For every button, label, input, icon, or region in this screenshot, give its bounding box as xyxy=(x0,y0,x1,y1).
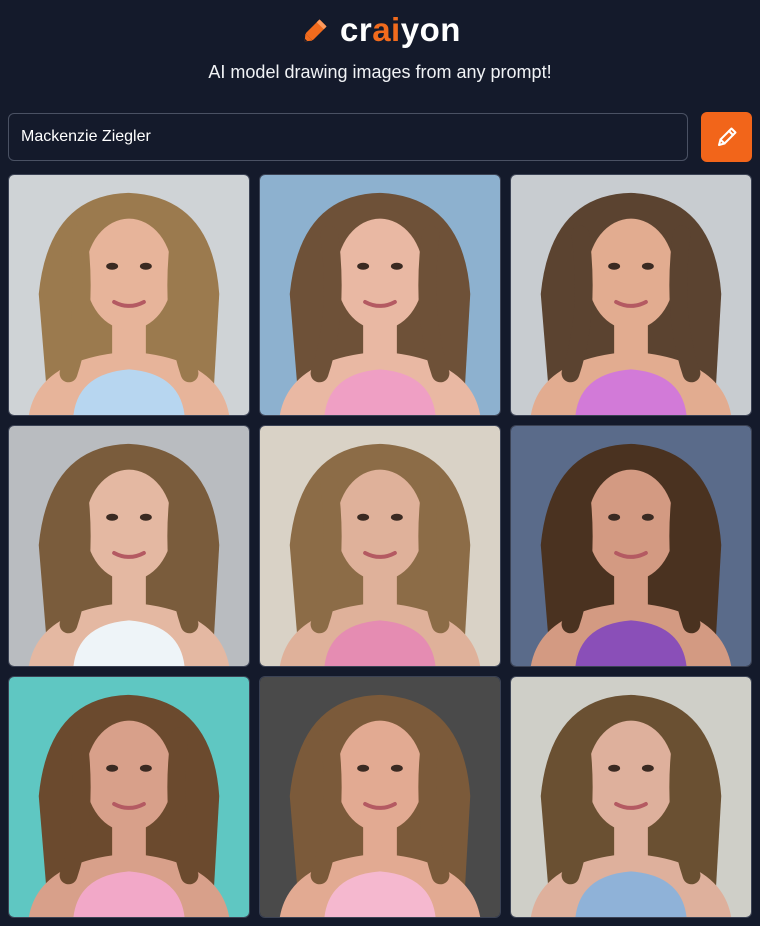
logo-text-prefix: cr xyxy=(340,11,373,48)
pencil-icon xyxy=(717,127,736,146)
prompt-input[interactable] xyxy=(8,113,688,161)
logo-wordmark: craiyon xyxy=(340,11,461,49)
portrait-image xyxy=(260,426,500,666)
crayon-logo-icon xyxy=(304,19,327,42)
generated-image-7[interactable] xyxy=(8,676,250,918)
results-grid xyxy=(8,174,752,918)
generated-image-4[interactable] xyxy=(8,425,250,667)
generated-image-6[interactable] xyxy=(510,425,752,667)
tagline: AI model drawing images from any prompt! xyxy=(208,62,552,82)
generated-image-5[interactable] xyxy=(259,425,501,667)
craiyon-logo[interactable]: craiyon xyxy=(298,8,461,52)
generated-image-8[interactable] xyxy=(259,676,501,918)
logo-text-suffix: yon xyxy=(400,11,461,48)
header: craiyon AI model drawing images from any… xyxy=(0,0,760,100)
portrait-image xyxy=(9,175,249,415)
portrait-image xyxy=(9,677,249,917)
portrait-image xyxy=(9,426,249,666)
generated-image-2[interactable] xyxy=(259,174,501,416)
generated-image-3[interactable] xyxy=(510,174,752,416)
portrait-image xyxy=(260,677,500,917)
draw-button[interactable] xyxy=(701,112,752,162)
portrait-image xyxy=(260,175,500,415)
portrait-image xyxy=(511,175,751,415)
portrait-image xyxy=(511,677,751,917)
portrait-image xyxy=(511,426,751,666)
generated-image-9[interactable] xyxy=(510,676,752,918)
logo-text-accent: ai xyxy=(372,11,401,48)
generated-image-1[interactable] xyxy=(8,174,250,416)
